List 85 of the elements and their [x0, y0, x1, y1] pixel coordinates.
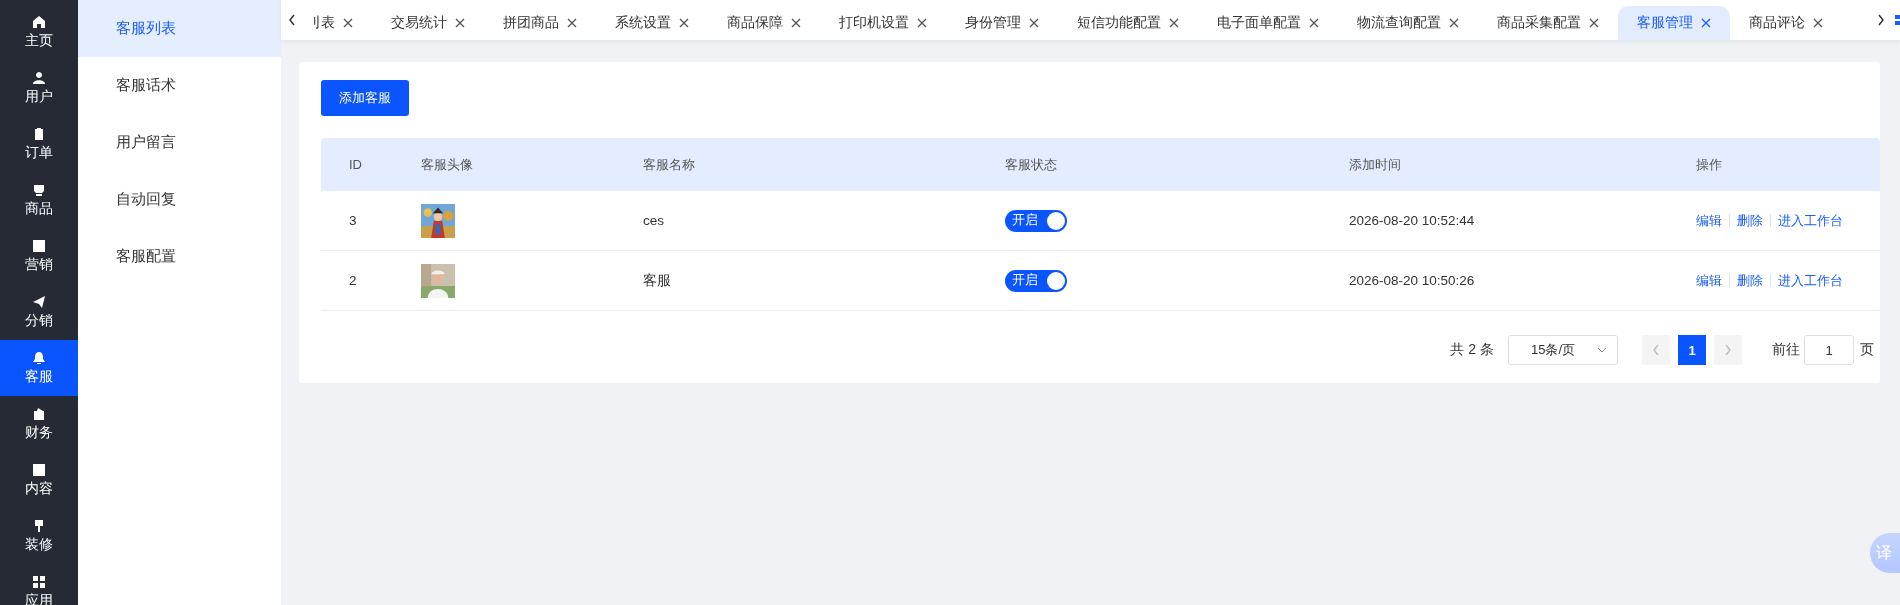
page-button[interactable]: 1	[1678, 335, 1706, 365]
close-icon[interactable]	[1449, 18, 1459, 28]
status-switch[interactable]: 开启	[1005, 209, 1067, 232]
submenu-item[interactable]: 客服话术	[78, 57, 281, 114]
submenu-item[interactable]: 客服配置	[78, 228, 281, 285]
nav-icon	[32, 518, 46, 533]
close-icon[interactable]	[343, 18, 353, 28]
nav-item[interactable]: 营销	[0, 228, 78, 284]
nav-item[interactable]: 商品	[0, 172, 78, 228]
close-icon[interactable]	[791, 18, 801, 28]
table-cell-text: 3	[348, 213, 358, 228]
close-icon[interactable]	[1701, 18, 1711, 28]
action-link[interactable]: 删除	[1737, 211, 1763, 230]
scroll-left-icon[interactable]	[287, 13, 297, 27]
tab[interactable]: 系统设置	[596, 6, 708, 40]
tab[interactable]: 短信功能配置	[1058, 6, 1198, 40]
add-button[interactable]: 添加客服	[321, 80, 409, 116]
column-header: 客服状态	[1004, 155, 1058, 174]
nav-icon	[32, 70, 46, 85]
tab[interactable]: 客服管理	[1618, 6, 1730, 40]
tab[interactable]: 拼团商品	[484, 6, 596, 40]
page-input[interactable]: 1	[1804, 335, 1854, 365]
tab[interactable]: 商品采集配置	[1478, 6, 1618, 40]
column-header: 客服名称	[642, 155, 696, 174]
nav-item[interactable]: 客服	[0, 340, 78, 396]
chevron-left-icon	[1652, 344, 1660, 356]
total-count: 共 2 条	[1450, 341, 1494, 359]
nav-icon	[32, 294, 46, 309]
close-icon[interactable]	[1029, 18, 1039, 28]
nav-icon	[32, 14, 46, 29]
chevron-right-icon	[1724, 344, 1732, 356]
action-link[interactable]: 删除	[1737, 271, 1763, 290]
close-icon[interactable]	[1169, 18, 1179, 28]
close-icon[interactable]	[1589, 18, 1599, 28]
tab[interactable]: 物流查询配置	[1338, 6, 1478, 40]
column-header: 客服头像	[420, 155, 474, 174]
nav-icon	[32, 406, 46, 421]
close-icon[interactable]	[1309, 18, 1319, 28]
caret-icon	[1597, 347, 1607, 353]
page-label: 页	[1860, 341, 1874, 359]
column-header: ID	[348, 157, 363, 172]
nav-item[interactable]: 用户	[0, 60, 78, 116]
close-icon[interactable]	[1813, 18, 1823, 28]
nav-icon	[32, 126, 46, 141]
nav-item[interactable]: 主页	[0, 4, 78, 60]
nav-item[interactable]: 内容	[0, 452, 78, 508]
page-size-select[interactable]: 15条/页	[1508, 335, 1618, 365]
nav-icon	[32, 182, 46, 197]
tab[interactable]: 身份管理	[946, 6, 1058, 40]
close-icon[interactable]	[679, 18, 689, 28]
nav-item[interactable]: 分销	[0, 284, 78, 340]
column-header: 操作	[1695, 155, 1723, 174]
close-icon[interactable]	[455, 18, 465, 28]
nav-item[interactable]: 订单	[0, 116, 78, 172]
tab[interactable]: 交易统计	[372, 6, 484, 40]
action-link[interactable]: 编辑	[1696, 271, 1722, 290]
goto-label: 前往	[1772, 341, 1800, 359]
nav-icon	[32, 462, 46, 477]
submenu-item[interactable]: 客服列表	[78, 0, 281, 57]
tab[interactable]: 刂表	[303, 6, 372, 40]
close-icon[interactable]	[917, 18, 927, 28]
nav-item[interactable]: 装修	[0, 508, 78, 564]
tab[interactable]: 电子面单配置	[1198, 6, 1338, 40]
action-link[interactable]: 进入工作台	[1778, 211, 1843, 230]
close-icon[interactable]	[567, 18, 577, 28]
table-cell-text: 2026-08-20 10:52:44	[1348, 213, 1476, 228]
column-header: 添加时间	[1348, 155, 1402, 174]
action-link[interactable]: 编辑	[1696, 211, 1722, 230]
submenu-item[interactable]: 自动回复	[78, 171, 281, 228]
table-cell-text: ces	[642, 213, 665, 228]
tab[interactable]: 打印机设置	[820, 6, 946, 40]
scroll-right-icon[interactable]	[1876, 13, 1886, 27]
action-link[interactable]: 进入工作台	[1778, 271, 1843, 290]
nav-icon	[32, 574, 46, 589]
nav-icon	[32, 238, 46, 253]
nav-icon	[32, 350, 46, 365]
status-switch[interactable]: 开启	[1005, 269, 1067, 292]
tab[interactable]: 商品评论	[1730, 6, 1842, 40]
nav-item[interactable]: 财务	[0, 396, 78, 452]
table-cell-text: 客服	[642, 271, 672, 290]
grid-icon[interactable]	[1892, 13, 1900, 27]
table-cell-text: 2026-08-20 10:50:26	[1348, 273, 1476, 288]
tab[interactable]: 商品保障	[708, 6, 820, 40]
submenu-item[interactable]: 用户留言	[78, 114, 281, 171]
table-cell-text: 2	[348, 273, 358, 288]
